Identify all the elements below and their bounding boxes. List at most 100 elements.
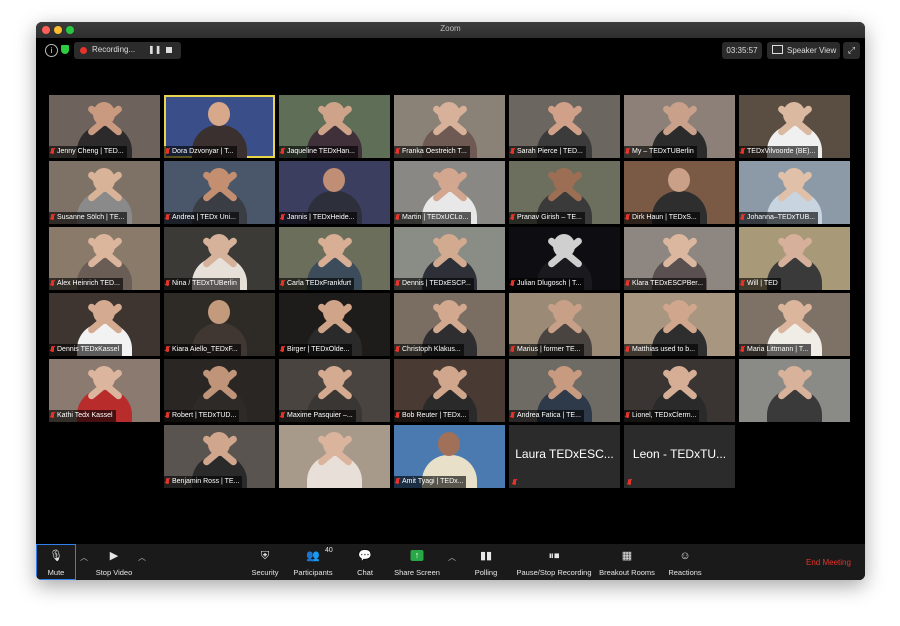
muted-mic-icon <box>511 346 514 352</box>
participant-name-text: Franka Oestreich T... <box>402 148 467 155</box>
participant-tile[interactable]: Dirk Haun | TEDxS... <box>624 161 735 224</box>
participant-name-text: My – TEDxTUBerlin <box>632 148 694 155</box>
participant-tile[interactable]: Marius | former TE... <box>509 293 620 356</box>
participant-name-text: Benjamin Ross | TE... <box>172 478 240 485</box>
participant-name-text: Jenny Cheng | TED... <box>57 148 124 155</box>
encryption-shield-icon[interactable] <box>61 45 69 54</box>
breakout-rooms-label: Breakout Rooms <box>599 568 655 577</box>
muted-mic-icon <box>396 148 399 154</box>
meeting-info-icon[interactable]: i <box>45 44 58 57</box>
participant-tile[interactable]: Dora Dzvonyar | T... <box>164 95 275 158</box>
participant-name-text: Dora Dzvonyar | T... <box>172 148 234 155</box>
participant-tile[interactable] <box>279 425 390 488</box>
participant-tile[interactable]: Lionel, TEDxClerm... <box>624 359 735 422</box>
pause-recording-icon[interactable]: ❚❚ <box>148 45 161 54</box>
participant-name-large: Laura TEDxESC... <box>515 447 614 461</box>
video-options-chevron-icon[interactable]: ︿ <box>138 552 146 563</box>
participant-tile[interactable]: Christoph Klakus... <box>394 293 505 356</box>
participant-name-label: Will | TED <box>739 278 781 290</box>
chat-label: Chat <box>357 568 373 577</box>
participant-tile[interactable]: Bob Reuter | TEDx... <box>394 359 505 422</box>
participant-tile[interactable]: TEDxVilvoorde (BE)... <box>739 95 850 158</box>
participant-name-label: Martin | TEDxUCLo... <box>394 212 472 224</box>
gallery-grid: Jenny Cheng | TED... Dora Dzvonyar | T...… <box>49 95 852 490</box>
participant-name-label: Alex Heinrich TED... <box>49 278 123 290</box>
participant-tile[interactable]: Laura TEDxESC... <box>509 425 620 488</box>
participant-tile[interactable]: Sarah Pierce | TED... <box>509 95 620 158</box>
muted-mic-icon <box>51 148 54 154</box>
muted-mic-icon <box>166 214 169 220</box>
participant-name-label: Birger | TEDxOlde... <box>279 344 353 356</box>
participant-tile[interactable]: Kiara Aiello_TEDxF... <box>164 293 275 356</box>
participant-tile[interactable]: Birger | TEDxOlde... <box>279 293 390 356</box>
chat-button[interactable]: 💬 Chat <box>352 544 378 580</box>
fullscreen-icon[interactable]: ⤢ <box>843 42 860 59</box>
participant-tile[interactable]: Martin | TEDxUCLo... <box>394 161 505 224</box>
participant-name-label: TEDxVilvoorde (BE)... <box>739 146 819 158</box>
view-grid-icon <box>772 45 783 54</box>
participant-tile[interactable]: Jenny Cheng | TED... <box>49 95 160 158</box>
speaker-view-button[interactable]: Speaker View <box>767 42 840 59</box>
muted-mic-icon <box>51 214 54 220</box>
participant-tile[interactable]: Pranav Girish – TE... <box>509 161 620 224</box>
participant-tile[interactable]: Dennis TEDxKassel <box>49 293 160 356</box>
participant-tile[interactable]: Robert | TEDxTUD... <box>164 359 275 422</box>
stop-video-button[interactable]: ▶ Stop Video <box>91 544 137 580</box>
participant-tile[interactable]: Dennis | TEDxESCP... <box>394 227 505 290</box>
participant-tile[interactable]: Alex Heinrich TED... <box>49 227 160 290</box>
end-meeting-button[interactable]: End Meeting <box>806 558 851 567</box>
participant-tile[interactable]: Andrea Fatica | TE... <box>509 359 620 422</box>
participant-tile[interactable]: Amit Tyagi | TEDx... <box>394 425 505 488</box>
security-button[interactable]: ⛨ Security <box>248 544 282 580</box>
participant-name-label: Carla TEDxFrankfurt <box>279 278 355 290</box>
participant-name-label: Klara TEDxESCPBer... <box>624 278 707 290</box>
participant-tile[interactable]: Franka Oestreich T... <box>394 95 505 158</box>
participant-tile[interactable]: Jannis | TEDxHeide... <box>279 161 390 224</box>
participant-tile[interactable]: Maxime Pasquier –... <box>279 359 390 422</box>
muted-mic-icon <box>626 412 629 418</box>
participant-tile[interactable]: Leon - TEDxTU... <box>624 425 735 488</box>
participant-tile[interactable]: Susanne Sölch | TE... <box>49 161 160 224</box>
participant-tile[interactable]: Will | TED <box>739 227 850 290</box>
participant-name-label: Franka Oestreich T... <box>394 146 470 158</box>
participant-tile[interactable]: Jaqueline TEDxHan... <box>279 95 390 158</box>
participant-name-label: Maria Littmann | T... <box>739 344 812 356</box>
participants-count: 40 <box>325 547 333 554</box>
participant-name-text: Birger | TEDxOlde... <box>287 346 350 353</box>
participant-name-text: Carla TEDxFrankfurt <box>287 280 352 287</box>
audio-options-chevron-icon[interactable]: ︿ <box>80 552 88 563</box>
participant-name-label: Susanne Sölch | TE... <box>49 212 128 224</box>
participant-name-label: Dennis TEDxKassel <box>49 344 123 356</box>
participant-tile[interactable]: Matthias used to b... <box>624 293 735 356</box>
participant-name-text: Julian Dlugosch | T... <box>517 280 582 287</box>
participant-tile[interactable]: Kathi Tedx Kassel <box>49 359 160 422</box>
speaker-view-label: Speaker View <box>787 46 837 55</box>
participant-name-text: Dennis TEDxKassel <box>57 346 120 353</box>
participant-tile[interactable]: Benjamin Ross | TE... <box>164 425 275 488</box>
participant-name-label: Maxime Pasquier –... <box>279 410 356 422</box>
participant-name-label: Dirk Haun | TEDxS... <box>624 212 700 224</box>
stop-recording-icon[interactable] <box>166 47 172 53</box>
participant-name-text: Christoph Klakus... <box>402 346 461 353</box>
participant-tile[interactable]: Johanna–TEDxTUB... <box>739 161 850 224</box>
participant-tile[interactable]: Maria Littmann | T... <box>739 293 850 356</box>
participant-tile[interactable]: Carla TEDxFrankfurt <box>279 227 390 290</box>
participant-tile[interactable]: My – TEDxTUBerlin <box>624 95 735 158</box>
pause-stop-recording-button[interactable]: ⏸⏹ Pause/Stop Recording <box>514 544 594 580</box>
participant-tile[interactable]: Julian Dlugosch | T... <box>509 227 620 290</box>
muted-mic-icon <box>396 280 399 286</box>
polling-button[interactable]: ▮▮ Polling <box>471 544 501 580</box>
participant-name-text: Jaqueline TEDxHan... <box>287 148 355 155</box>
share-options-chevron-icon[interactable]: ︿ <box>448 552 456 563</box>
participant-tile[interactable]: Nina / TEDxTUBerlin <box>164 227 275 290</box>
muted-mic-icon <box>51 280 54 286</box>
breakout-rooms-button[interactable]: ▦ Breakout Rooms <box>598 544 656 580</box>
participant-tile[interactable] <box>739 359 850 422</box>
mute-button[interactable]: 🎙 Mute <box>36 544 76 580</box>
recording-label: Recording... <box>92 45 136 54</box>
participant-tile[interactable]: Andrea | TEDx Uni... <box>164 161 275 224</box>
share-screen-button[interactable]: ↑ Share Screen <box>392 544 442 580</box>
participant-tile[interactable]: Klara TEDxESCPBer... <box>624 227 735 290</box>
reactions-button[interactable]: ☺ Reactions <box>666 544 704 580</box>
participants-button[interactable]: 👥 40 Participants <box>288 544 338 580</box>
